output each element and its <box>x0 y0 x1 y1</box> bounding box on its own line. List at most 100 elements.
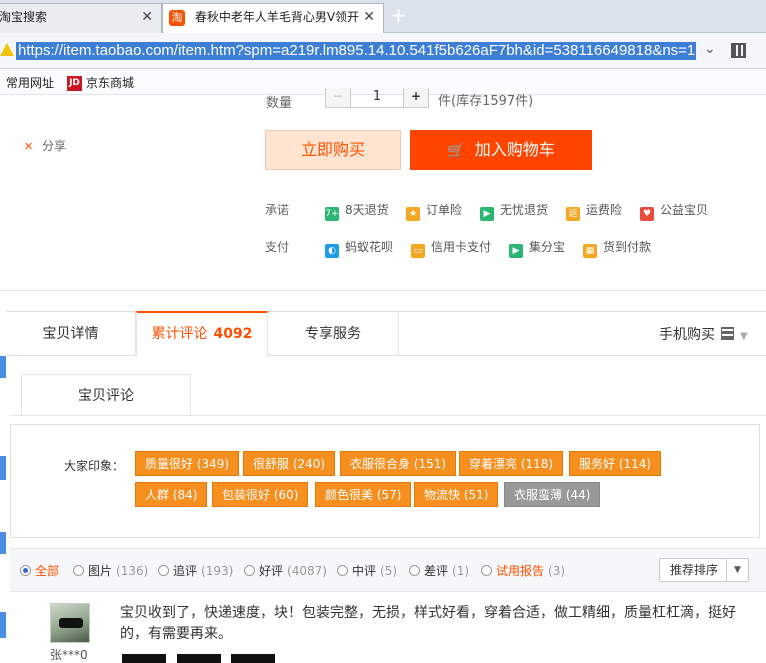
url-input[interactable]: https://item.taobao.com/item.htm?spm=a21… <box>16 42 696 60</box>
promise-shipping-insurance[interactable]: 运运费险 <box>566 201 622 221</box>
review-photo-thumbnail[interactable] <box>122 654 166 663</box>
filter-trial-report[interactable]: 试用报告 (3) <box>481 562 565 579</box>
bookmark-common-sites[interactable]: 常用网址 <box>6 74 54 91</box>
impression-tag[interactable]: 物流快 (51) <box>414 482 499 507</box>
promise-text: 订单险 <box>426 203 463 217</box>
radio-icon <box>244 565 255 576</box>
new-tab-button[interactable]: + <box>390 3 407 27</box>
review-content: 宝贝收到了，快递速度，块！包装完整，无损，样式好看，穿着合适，做工精细，质量杠杠… <box>120 605 736 642</box>
share-button[interactable]: ✕ 分享 <box>24 137 66 154</box>
payment-text: 信用卡支付 <box>431 240 492 254</box>
filter-count: (3) <box>548 564 566 578</box>
impression-tag[interactable]: 穿着漂亮 (118) <box>459 451 564 476</box>
close-icon[interactable]: ✕ <box>141 4 153 30</box>
side-strip <box>0 456 6 480</box>
radio-icon <box>409 565 420 576</box>
promise-charity[interactable]: ♥ 公益宝贝 <box>640 201 708 221</box>
chevron-down-icon: ▼ <box>740 331 748 342</box>
tab-detail[interactable]: 宝贝详情 <box>6 312 136 356</box>
buy-now-button[interactable]: 立即购买 <box>265 130 401 170</box>
radio-icon <box>337 565 348 576</box>
close-icon[interactable]: ✕ <box>363 4 375 30</box>
impression-tag-negative[interactable]: 衣服蛮薄 (44) <box>504 482 601 507</box>
impression-tag[interactable]: 服务好 (114) <box>569 451 662 476</box>
payment-text: 货到付款 <box>603 240 652 254</box>
review-photo-thumbnail[interactable] <box>231 654 275 663</box>
share-icon: ✕ <box>24 140 34 153</box>
quantity-label: 数量 <box>266 96 293 111</box>
promise-order-insurance[interactable]: ★ 订单险 <box>406 201 462 221</box>
promise-worry-free-return[interactable]: ▶ 无忧退货 <box>480 201 548 221</box>
warning-icon <box>0 43 14 56</box>
browser-tab-search[interactable]: 淘宝搜索 ✕ <box>0 3 162 33</box>
shipping-insurance-icon: 运 <box>566 207 580 221</box>
filter-count: (5) <box>380 564 398 578</box>
chevron-down-icon[interactable]: ⌄ <box>704 41 716 57</box>
promise-8day-return[interactable]: 7+ 8天退货 <box>325 201 389 221</box>
radio-icon <box>73 565 84 576</box>
credit-card-icon: ▭ <box>411 244 425 258</box>
bookmark-label: 京东商城 <box>86 76 135 90</box>
radio-selected-icon <box>20 565 31 576</box>
payment-cod[interactable]: ▦ 货到付款 <box>583 238 651 258</box>
payment-jifenbao[interactable]: ▶ 集分宝 <box>509 238 565 258</box>
filter-negative[interactable]: 差评 (1) <box>409 562 469 579</box>
review-filter-bar: 全部 图片 (136) 追评 (193) 好评 (4087) 中评 (5) 差评 (1) … <box>10 548 766 592</box>
side-strip <box>0 532 6 554</box>
sort-select[interactable]: 推荐排序 ▼ <box>659 558 749 582</box>
filter-count: (4087) <box>287 564 327 578</box>
quantity-decrease-button[interactable]: − <box>325 88 351 108</box>
return-8day-icon: 7+ <box>325 207 339 221</box>
filter-positive[interactable]: 好评 (4087) <box>244 562 327 579</box>
quantity-increase-button[interactable]: + <box>403 88 429 108</box>
qr-code-icon[interactable] <box>731 43 746 58</box>
quantity-input[interactable]: 1 <box>350 88 404 108</box>
payment-huabei[interactable]: ◐ 蚂蚁花呗 <box>325 238 393 258</box>
filter-label: 追评 <box>173 564 198 578</box>
browser-tab-bar: 淘宝搜索 ✕ 淘 春秋中老年人羊毛背心男V领开 ✕ + <box>0 0 766 34</box>
add-to-cart-button[interactable]: 🛒 加入购物车 <box>410 130 592 170</box>
impression-tag[interactable]: 包装很好 (60) <box>212 482 309 507</box>
promise-text: 运费险 <box>586 203 623 217</box>
order-insurance-icon: ★ <box>406 207 420 221</box>
filter-neutral[interactable]: 中评 (5) <box>337 562 397 579</box>
section-divider <box>0 290 766 291</box>
sort-label: 推荐排序 <box>670 563 719 577</box>
subtab-divider <box>10 415 766 416</box>
impression-tag[interactable]: 很舒服 (240) <box>243 451 336 476</box>
tab-reviews[interactable]: 累计评论 4092 <box>136 311 268 357</box>
promise-text: 8天退货 <box>345 203 389 217</box>
product-tabs: 宝贝详情 累计评论 4092 专享服务 手机购买 ▼ <box>6 311 766 357</box>
mobile-buy-button[interactable]: 手机购买 ▼ <box>659 312 748 356</box>
promise-label: 承诺 <box>265 203 290 217</box>
subtab-item-reviews[interactable]: 宝贝评论 <box>21 374 191 416</box>
radio-icon <box>158 565 169 576</box>
truck-icon: ▶ <box>480 207 494 221</box>
filter-count: (1) <box>452 564 470 578</box>
filter-label: 试用报告 <box>496 564 545 578</box>
tab-reviews-label: 累计评论 <box>151 326 208 342</box>
filter-pictures[interactable]: 图片 (136) <box>73 562 148 579</box>
tab-title: 淘宝搜索 <box>0 10 48 24</box>
bookmark-jd[interactable]: JD 京东商城 <box>67 74 134 91</box>
browser-tab-product[interactable]: 淘 春秋中老年人羊毛背心男V领开 ✕ <box>162 3 384 34</box>
tab-service[interactable]: 专享服务 <box>268 312 399 356</box>
heart-icon: ♥ <box>640 207 654 221</box>
impression-tag[interactable]: 人群 (84) <box>135 482 208 507</box>
payment-label: 支付 <box>265 240 290 254</box>
tab-title: 春秋中老年人羊毛背心男V领开 <box>194 10 360 24</box>
filter-followup[interactable]: 追评 (193) <box>158 562 233 579</box>
filter-count: (193) <box>201 564 234 578</box>
impression-tag[interactable]: 质量很好 (349) <box>135 451 240 476</box>
review-photo-thumbnail[interactable] <box>177 654 221 663</box>
impression-tag[interactable]: 颜色很美 (57) <box>315 482 412 507</box>
impressions-label: 大家印象： <box>64 459 125 473</box>
payment-credit-card[interactable]: ▭ 信用卡支付 <box>411 238 491 258</box>
huabei-icon: ◐ <box>325 244 339 258</box>
filter-label: 中评 <box>352 564 377 578</box>
filter-all[interactable]: 全部 <box>20 562 59 579</box>
impression-tag[interactable]: 衣服很合身 (151) <box>340 451 457 476</box>
cart-icon: 🛒 <box>447 143 465 159</box>
payment-text: 蚂蚁花呗 <box>345 240 394 254</box>
filter-label: 图片 <box>88 564 113 578</box>
